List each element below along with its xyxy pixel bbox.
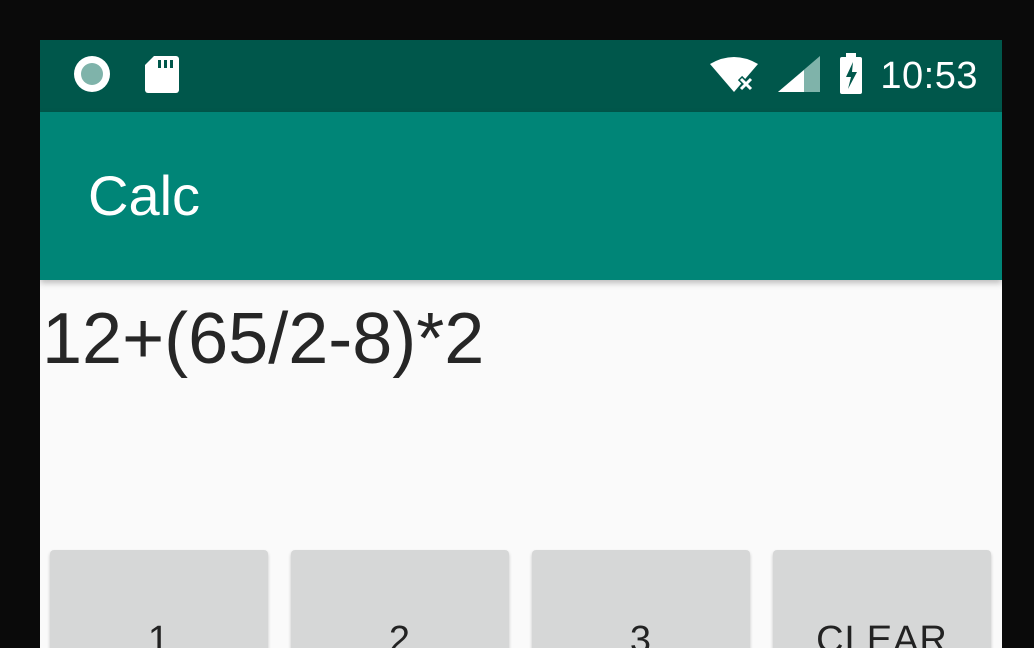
device-frame: 10:53 Calc 12+(65/2-8)*2 1 2 3 CLEAR [0,0,1034,648]
signal-icon [776,54,822,99]
battery-charging-icon [838,52,864,100]
record-icon [72,54,112,99]
clear-button[interactable]: CLEAR [773,550,991,648]
status-right-icons: 10:53 [708,52,978,99]
sd-card-icon [144,54,180,99]
wifi-off-icon [708,56,760,97]
app-bar: Calc [40,112,1002,280]
key-2-button[interactable]: 2 [291,550,509,648]
status-left-icons [72,55,180,94]
key-1-button[interactable]: 1 [50,550,268,648]
app-title: Calc [88,164,201,227]
key-3-button[interactable]: 3 [532,550,750,648]
app-screen: 10:53 Calc 12+(65/2-8)*2 1 2 3 CLEAR [40,40,1002,648]
keypad: 1 2 3 CLEAR [50,550,996,648]
status-bar: 10:53 [40,40,1002,112]
expression-display: 12+(65/2-8)*2 [42,299,485,379]
status-time: 10:53 [880,55,978,97]
